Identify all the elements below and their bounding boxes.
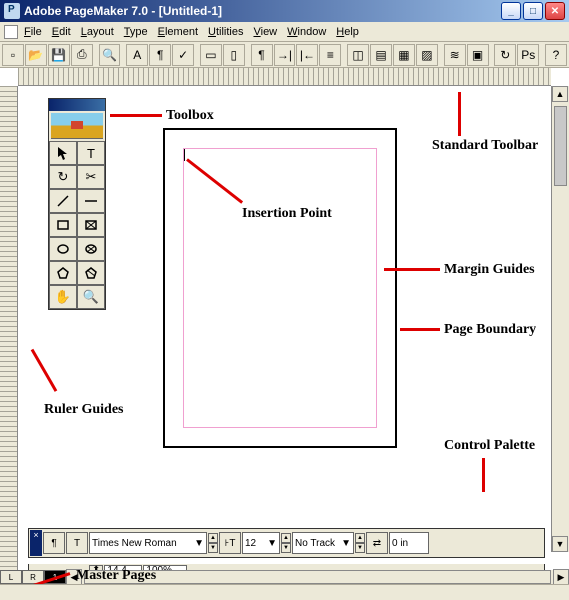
margin-guides (183, 148, 377, 428)
tb-pages-icon[interactable]: ▤ (370, 44, 392, 66)
menu-type[interactable]: Type (124, 26, 148, 38)
insertion-point (184, 149, 185, 161)
hscroll-right-icon[interactable]: ▶ (553, 569, 569, 585)
polygon-frame-tool-icon[interactable] (77, 261, 105, 285)
menu-window[interactable]: Window (287, 26, 326, 38)
rectangle-tool-icon[interactable] (49, 213, 77, 237)
tb-char-icon[interactable]: A (126, 44, 148, 66)
tb-paragraph-icon[interactable]: ¶ (251, 44, 273, 66)
app-icon (4, 3, 20, 19)
tb-find-icon[interactable]: 🔍 (99, 44, 121, 66)
pointer-tool-icon[interactable] (49, 141, 77, 165)
tb-outdent-icon[interactable]: |← (296, 44, 318, 66)
ellipse-frame-tool-icon[interactable] (77, 237, 105, 261)
tb-fill-icon[interactable]: ▭ (200, 44, 222, 66)
tb-increase-icon[interactable]: ▯ (223, 44, 245, 66)
scroll-up-icon[interactable]: ▲ (552, 86, 568, 102)
tb-indent-icon[interactable]: →| (274, 44, 296, 66)
menu-element[interactable]: Element (158, 26, 198, 38)
palette-close-icon[interactable]: × (30, 530, 42, 556)
label-toolbox: Toolbox (166, 108, 214, 124)
page-boundary[interactable] (163, 128, 397, 448)
label-standard-toolbar: Standard Toolbar (432, 138, 538, 154)
character-mode-icon[interactable]: T (66, 532, 88, 554)
hand-tool-icon[interactable]: ✋ (49, 285, 77, 309)
toolbox-preview (51, 113, 103, 139)
label-ruler-guides: Ruler Guides (44, 402, 123, 418)
tb-picture-icon[interactable]: ▣ (467, 44, 489, 66)
tracking-select[interactable]: No Track▼ (292, 532, 354, 554)
close-button[interactable]: ✕ (545, 2, 565, 20)
kern-icon[interactable]: ⇄ (366, 532, 388, 554)
tb-update-icon[interactable]: ↻ (494, 44, 516, 66)
baseline-up-icon[interactable]: ▲ (355, 533, 365, 543)
zoom-tool-icon[interactable]: 🔍 (77, 285, 105, 309)
font-select[interactable]: Times New Roman▼ (89, 532, 207, 554)
scroll-down-icon[interactable]: ▼ (552, 536, 568, 552)
document-icon[interactable] (4, 25, 18, 39)
label-insertion-point: Insertion Point (242, 206, 332, 222)
rotate-tool-icon[interactable]: ↻ (49, 165, 77, 189)
status-bar (0, 584, 569, 600)
menu-edit[interactable]: Edit (52, 26, 71, 38)
tb-save-icon[interactable]: 💾 (48, 44, 70, 66)
ruler-vertical[interactable] (0, 86, 18, 600)
tb-photoshop-icon[interactable]: Ps (517, 44, 539, 66)
maximize-button[interactable]: □ (523, 2, 543, 20)
size-label-icon: ꜔T (219, 532, 241, 554)
menu-view[interactable]: View (253, 26, 277, 38)
master-page-l[interactable]: L (0, 570, 22, 584)
size-up-icon[interactable]: ▲ (208, 533, 218, 543)
tb-open-icon[interactable]: 📂 (25, 44, 47, 66)
tb-remove-icon[interactable]: ▨ (416, 44, 438, 66)
track-down-icon[interactable]: ▼ (281, 543, 291, 553)
label-margin-guides: Margin Guides (444, 262, 535, 278)
size-down-icon[interactable]: ▼ (208, 543, 218, 553)
line-tool-icon[interactable] (49, 189, 77, 213)
control-palette[interactable]: × ¶ T Times New Roman▼ ▲▼ ꜔T 12▼ ▲▼ No T… (28, 528, 545, 558)
menu-layout[interactable]: Layout (81, 26, 114, 38)
font-size-input[interactable]: 12▼ (242, 532, 280, 554)
ellipse-tool-icon[interactable] (49, 237, 77, 261)
label-page-boundary: Page Boundary (444, 322, 536, 338)
label-master-pages: Master Pages (76, 568, 156, 584)
label-control-palette: Control Palette (444, 438, 535, 454)
title-text: Adobe PageMaker 7.0 - [Untitled-1] (24, 4, 501, 18)
ruler-horizontal[interactable] (18, 68, 551, 86)
tb-print-icon[interactable]: ⎙ (71, 44, 93, 66)
menubar: File Edit Layout Type Element Utilities … (0, 22, 569, 42)
scroll-thumb[interactable] (554, 106, 567, 186)
minimize-button[interactable]: _ (501, 2, 521, 20)
vertical-scrollbar[interactable]: ▲ ▼ (551, 86, 569, 552)
toolbox-palette[interactable]: T ↻ ✂ ✋ 🔍 (48, 98, 106, 310)
constrained-line-tool-icon[interactable] (77, 189, 105, 213)
canvas[interactable]: T ↻ ✂ ✋ 🔍 Toolbox Standard Toolba (18, 86, 551, 552)
tb-bullets-icon[interactable]: ≡ (319, 44, 341, 66)
rectangle-frame-tool-icon[interactable] (77, 213, 105, 237)
standard-toolbar: ▫ 📂 💾 ⎙ 🔍 A ¶ ✓ ▭ ▯ ¶ →| |← ≡ ◫ ▤ ▦ ▨ ≋ … (0, 42, 569, 68)
titlebar: Adobe PageMaker 7.0 - [Untitled-1] _ □ ✕ (0, 0, 569, 22)
crop-tool-icon[interactable]: ✂ (77, 165, 105, 189)
paragraph-mode-icon[interactable]: ¶ (43, 532, 65, 554)
text-tool-icon[interactable]: T (77, 141, 105, 165)
tb-insert-icon[interactable]: ▦ (393, 44, 415, 66)
polygon-tool-icon[interactable] (49, 261, 77, 285)
tb-para-icon[interactable]: ¶ (149, 44, 171, 66)
tb-new-icon[interactable]: ▫ (2, 44, 24, 66)
tb-spell-icon[interactable]: ✓ (172, 44, 194, 66)
tb-textwrap-icon[interactable]: ≋ (444, 44, 466, 66)
tb-frame-icon[interactable]: ◫ (347, 44, 369, 66)
menu-file[interactable]: File (24, 26, 42, 38)
menu-utilities[interactable]: Utilities (208, 26, 243, 38)
menu-help[interactable]: Help (336, 26, 359, 38)
baseline-down-icon[interactable]: ▼ (355, 543, 365, 553)
toolbox-titlebar[interactable] (49, 99, 105, 111)
track-up-icon[interactable]: ▲ (281, 533, 291, 543)
tb-help-icon[interactable]: ? (545, 44, 567, 66)
baseline-input[interactable]: 0 in (389, 532, 429, 554)
